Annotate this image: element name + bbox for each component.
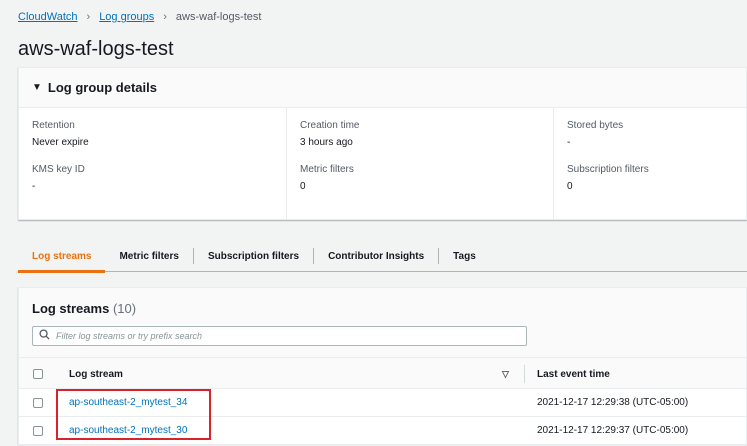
- select-all-checkbox[interactable]: [33, 369, 43, 379]
- row-checkbox[interactable]: [33, 398, 43, 408]
- log-streams-title: Log streams (10): [32, 301, 136, 316]
- caret-down-icon: ▼: [32, 82, 42, 93]
- tab-tags[interactable]: Tags: [439, 240, 490, 272]
- details-grid: Retention Never expire KMS key ID - Crea…: [19, 108, 746, 220]
- column-header-log-stream[interactable]: Log stream: [69, 369, 123, 380]
- tab-bar: Log streams Metric filters Subscription …: [18, 240, 747, 273]
- stored-bytes-label: Stored bytes: [567, 120, 624, 131]
- subscription-filters-field: Subscription filters 0: [567, 164, 649, 193]
- log-streams-table: Log stream ▽ Last event time ap-southeas…: [19, 358, 746, 445]
- stored-bytes-value: -: [567, 137, 571, 148]
- column-header-last-event-time[interactable]: Last event time: [537, 369, 610, 380]
- chevron-right-icon: ›: [86, 11, 91, 23]
- creation-time-field: Creation time 3 hours ago: [300, 120, 359, 149]
- breadcrumb-cloudwatch-link[interactable]: CloudWatch: [18, 11, 78, 23]
- log-stream-search-box[interactable]: [32, 326, 527, 346]
- retention-value: Never expire: [32, 137, 89, 148]
- page-title: aws-waf-logs-test: [18, 38, 174, 60]
- metric-filters-field: Metric filters 0: [300, 164, 354, 193]
- log-group-details-panel: ▼ Log group details Retention Never expi…: [18, 67, 747, 220]
- retention-field: Retention Never expire: [32, 120, 89, 149]
- log-streams-title-text: Log streams: [32, 301, 110, 316]
- details-heading: Log group details: [47, 80, 157, 95]
- log-streams-count: (10): [112, 301, 137, 316]
- subscription-filters-value: 0: [567, 181, 573, 192]
- details-column-2: Creation time 3 hours ago Metric filters…: [286, 108, 552, 220]
- creation-time-value: 3 hours ago: [300, 137, 353, 148]
- creation-time-label: Creation time: [300, 120, 360, 131]
- log-stream-link[interactable]: ap-southeast-2_mytest_30: [69, 425, 187, 436]
- log-group-details-toggle[interactable]: ▼ Log group details: [19, 68, 746, 108]
- metric-filters-label: Metric filters: [300, 164, 354, 175]
- tab-contributor-insights[interactable]: Contributor Insights: [314, 240, 438, 272]
- row-checkbox[interactable]: [33, 426, 43, 436]
- table-row: ap-southeast-2_mytest_30 2021-12-17 12:2…: [19, 417, 746, 445]
- details-column-1: Retention Never expire KMS key ID -: [32, 108, 285, 220]
- breadcrumb-current: aws-waf-logs-test: [175, 11, 262, 23]
- sort-down-icon[interactable]: ▽: [502, 369, 509, 380]
- tab-log-streams[interactable]: Log streams: [18, 240, 106, 273]
- log-stream-link[interactable]: ap-southeast-2_mytest_34: [69, 397, 187, 408]
- breadcrumb: CloudWatch › Log groups › aws-waf-logs-t…: [18, 10, 261, 24]
- kms-field: KMS key ID -: [32, 164, 85, 193]
- log-streams-panel: Log streams (10) Log stream ▽ Last event…: [18, 287, 747, 446]
- subscription-filters-label: Subscription filters: [567, 164, 649, 175]
- metric-filters-value: 0: [300, 181, 306, 192]
- search-icon: [39, 327, 50, 345]
- log-stream-search-input[interactable]: [56, 331, 516, 341]
- table-header: Log stream ▽ Last event time: [19, 358, 746, 389]
- kms-value: -: [32, 181, 36, 192]
- column-divider: [524, 365, 525, 383]
- log-streams-header: Log streams (10): [19, 288, 746, 358]
- tab-subscription-filters[interactable]: Subscription filters: [194, 240, 313, 272]
- last-event-time: 2021-12-17 12:29:38 (UTC-05:00): [537, 397, 689, 408]
- breadcrumb-log-groups-link[interactable]: Log groups: [99, 11, 154, 23]
- last-event-time: 2021-12-17 12:29:37 (UTC-05:00): [537, 425, 689, 436]
- tab-metric-filters[interactable]: Metric filters: [105, 240, 192, 272]
- details-column-3: Stored bytes - Subscription filters 0: [553, 108, 747, 220]
- retention-label: Retention: [32, 120, 75, 131]
- chevron-right-icon: ›: [163, 11, 167, 23]
- table-row: ap-southeast-2_mytest_34 2021-12-17 12:2…: [19, 389, 746, 417]
- stored-bytes-field: Stored bytes -: [567, 120, 623, 149]
- kms-label: KMS key ID: [32, 164, 85, 175]
